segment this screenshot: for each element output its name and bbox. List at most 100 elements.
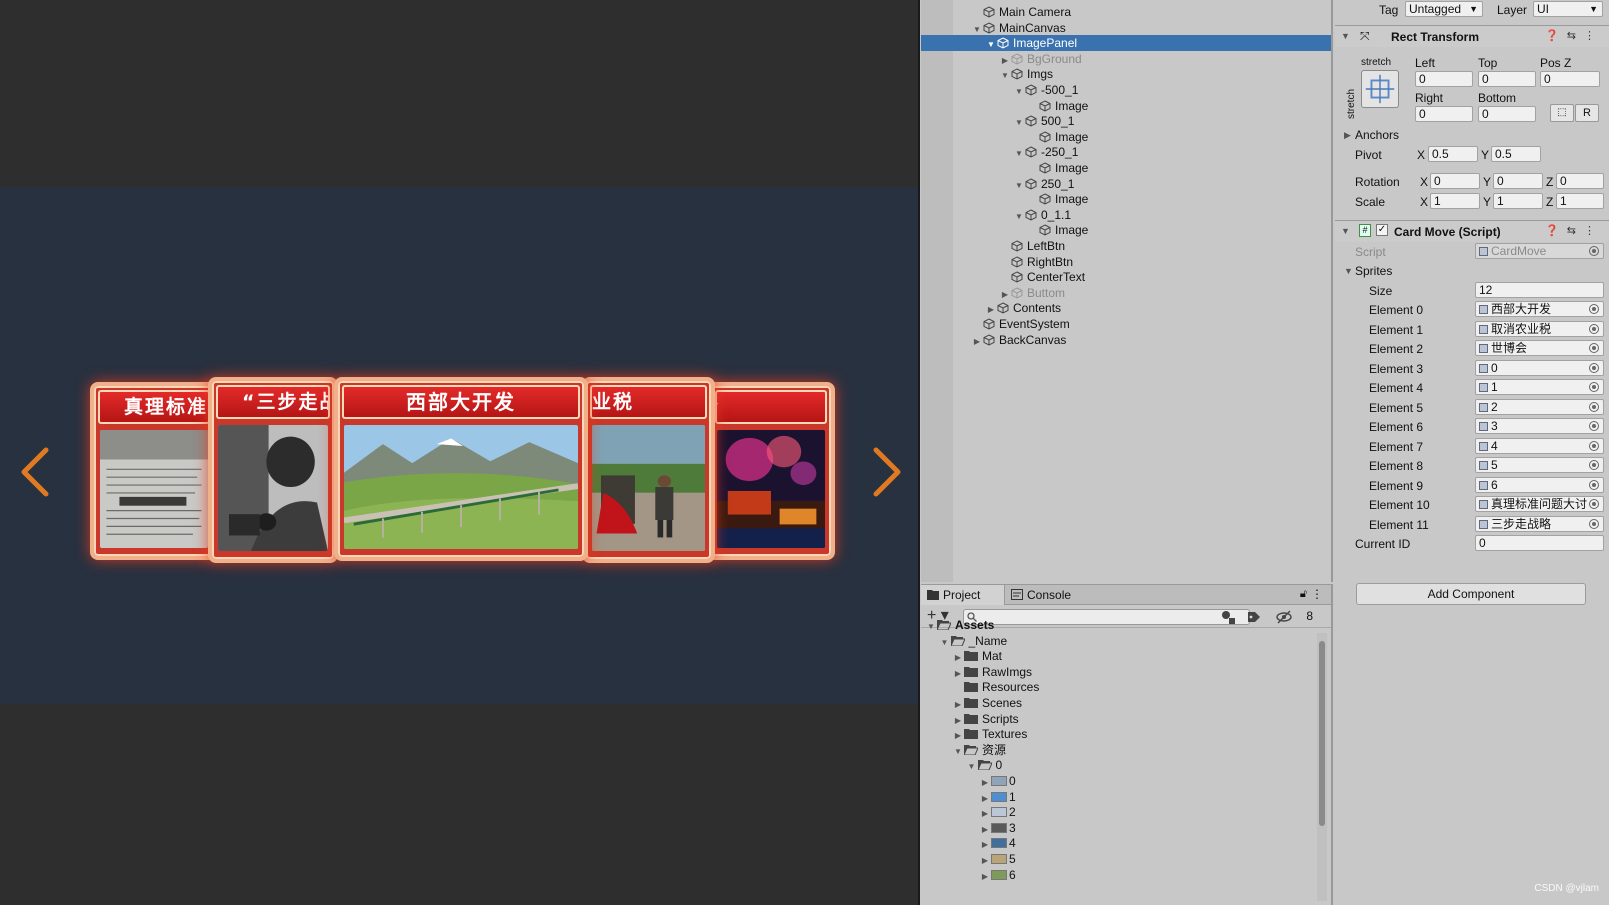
object-picker-icon[interactable] (1589, 421, 1599, 431)
object-picker-icon[interactable] (1589, 362, 1599, 373)
right-field[interactable]: 0 (1415, 106, 1473, 122)
sprite-element-field[interactable]: 西部大开发 (1475, 301, 1604, 317)
card-xibu-dakaifa[interactable]: 西部大开发 (334, 377, 588, 561)
project-asset-item[interactable]: ▶ 4 (921, 835, 1315, 851)
project-asset-item[interactable]: ▶ Mat (921, 648, 1315, 664)
sprite-element-field[interactable]: 三步走战略 (1475, 515, 1604, 532)
object-picker-icon[interactable] (1589, 460, 1599, 470)
sprite-element-field[interactable]: 6 (1475, 476, 1604, 493)
project-asset-item[interactable]: ▼ _Name (921, 633, 1315, 649)
sprite-element-field[interactable]: 真理标准问题大讨 (1475, 496, 1604, 512)
rotation-y-field[interactable]: 0 (1493, 173, 1543, 189)
project-asset-item[interactable]: ▶ Textures (921, 726, 1315, 742)
enable-checkbox[interactable]: ✓ (1376, 224, 1388, 236)
project-asset-item[interactable]: ▶ 5 (921, 851, 1315, 867)
hierarchy-item[interactable]: ▶ Buttom (921, 285, 1331, 301)
blueprint-mode-button[interactable]: ⬚ (1550, 104, 1574, 122)
sprite-element-field[interactable]: 2 (1475, 398, 1604, 415)
hierarchy-item[interactable]: ▼ 250_1 (921, 176, 1331, 192)
scale-z-field[interactable]: 1 (1556, 193, 1604, 209)
hierarchy-item[interactable]: ▼ MainCanvas (921, 20, 1331, 36)
scale-y-field[interactable]: 1 (1493, 193, 1543, 209)
project-asset-item[interactable]: ▶ 6 (921, 867, 1315, 883)
object-picker-icon[interactable] (1589, 479, 1599, 490)
bottom-field[interactable]: 0 (1478, 106, 1536, 122)
object-picker-icon[interactable] (1589, 323, 1599, 334)
tab-console[interactable]: Console (1005, 585, 1079, 605)
hierarchy-item[interactable]: Image (921, 191, 1331, 207)
project-asset-item[interactable]: ▼ 0 (921, 757, 1315, 773)
collapse-arrow-icon[interactable]: ▼ (1341, 226, 1350, 236)
project-asset-item[interactable]: ▶ Scripts (921, 711, 1315, 727)
add-component-button[interactable]: Add Component (1356, 583, 1586, 605)
project-asset-item[interactable]: ▼ Assets (921, 617, 1315, 633)
foldout-arrow-icon[interactable]: ▶ (979, 869, 991, 885)
project-asset-item[interactable]: ▶ Scenes (921, 695, 1315, 711)
layer-dropdown[interactable]: UI ▼ (1533, 1, 1603, 17)
hierarchy-item[interactable]: ▼ 500_1 (921, 113, 1331, 129)
component-actions[interactable]: ❓⇆⋮ (1545, 224, 1603, 237)
hierarchy-item[interactable]: ▼ 0_1.1 (921, 207, 1331, 223)
object-picker-icon[interactable] (1589, 440, 1599, 451)
rect-transform-header[interactable]: ▼ ⤧ Rect Transform ❓⇆⋮ (1335, 25, 1609, 47)
card-move-header[interactable]: ▼ # ✓ Card Move (Script) ❓⇆⋮ (1335, 220, 1609, 242)
hierarchy-item[interactable]: EventSystem (921, 316, 1331, 332)
object-picker-icon[interactable] (1589, 382, 1599, 392)
sprite-element-field[interactable]: 3 (1475, 418, 1604, 434)
hierarchy-item[interactable]: ▶ Contents (921, 300, 1331, 316)
sprites-label[interactable]: Sprites (1355, 263, 1392, 279)
hierarchy-item[interactable]: ▼ Imgs (921, 66, 1331, 82)
kebab-menu-icon[interactable]: ⋮ (1311, 587, 1323, 601)
current-id-field[interactable]: 0 (1475, 535, 1604, 551)
hierarchy-item[interactable]: RightBtn (921, 254, 1331, 270)
hierarchy-item[interactable]: ▶ BgGround (921, 51, 1331, 67)
hierarchy-item[interactable]: LeftBtn (921, 238, 1331, 254)
anchor-presets-button[interactable] (1361, 70, 1399, 108)
project-scrollbar[interactable] (1317, 633, 1327, 901)
hierarchy-item[interactable]: ▼ -250_1 (921, 144, 1331, 160)
project-asset-item[interactable]: ▶ 3 (921, 820, 1315, 836)
top-field[interactable]: 0 (1478, 71, 1536, 87)
hierarchy-item[interactable]: CenterText (921, 269, 1331, 285)
hierarchy-item[interactable]: Image (921, 129, 1331, 145)
left-arrow-button[interactable] (16, 442, 56, 502)
sprite-element-field[interactable]: 世博会 (1475, 340, 1604, 356)
tab-project[interactable]: Project (921, 585, 1005, 605)
component-actions[interactable]: ❓⇆⋮ (1545, 29, 1603, 42)
hierarchy-item[interactable]: Image (921, 98, 1331, 114)
object-picker-icon[interactable] (1589, 343, 1599, 353)
rotation-z-field[interactable]: 0 (1556, 173, 1604, 189)
card-zhenli[interactable]: 真理标准问题大讨论 (90, 382, 218, 560)
raw-edit-button[interactable]: R (1575, 104, 1599, 122)
hierarchy-item[interactable]: ▼ ImagePanel (921, 35, 1331, 52)
left-field[interactable]: 0 (1415, 71, 1473, 87)
sprites-fold-icon[interactable]: ▼ (1344, 266, 1353, 276)
card-shibohui[interactable]: 世博会 (707, 382, 835, 560)
object-picker-icon[interactable] (1589, 246, 1599, 256)
scale-x-field[interactable]: 1 (1430, 193, 1480, 209)
project-asset-item[interactable]: ▶ 2 (921, 804, 1315, 820)
project-asset-item[interactable]: ▶ RawImgs (921, 664, 1315, 680)
hierarchy-item[interactable]: Image (921, 160, 1331, 176)
rotation-x-field[interactable]: 0 (1430, 173, 1480, 189)
object-picker-icon[interactable] (1589, 304, 1599, 314)
sprite-element-field[interactable]: 取消农业税 (1475, 320, 1604, 337)
project-asset-item[interactable]: ▶ 0 (921, 773, 1315, 789)
anchors-label[interactable]: Anchors (1355, 127, 1399, 143)
sprite-element-field[interactable]: 5 (1475, 457, 1604, 473)
card-sanbuzou[interactable]: “三步走战略 (208, 377, 338, 563)
right-arrow-button[interactable] (866, 442, 906, 502)
sprite-element-field[interactable]: 0 (1475, 359, 1604, 376)
pivot-x-field[interactable]: 0.5 (1428, 146, 1478, 162)
project-asset-item[interactable]: Resources (921, 679, 1315, 695)
project-asset-item[interactable]: ▼ 资源 (921, 742, 1315, 758)
pivot-y-field[interactable]: 0.5 (1491, 146, 1541, 162)
hierarchy-item[interactable]: ▶ BackCanvas (921, 332, 1331, 348)
card-nongyeshui[interactable]: 业税 (582, 377, 715, 563)
object-picker-icon[interactable] (1589, 499, 1599, 509)
tag-dropdown[interactable]: Untagged ▼ (1405, 1, 1483, 17)
object-picker-icon[interactable] (1589, 401, 1599, 412)
object-picker-icon[interactable] (1589, 518, 1599, 529)
anchors-fold-icon[interactable]: ▶ (1344, 130, 1351, 141)
project-asset-item[interactable]: ▶ 1 (921, 789, 1315, 805)
